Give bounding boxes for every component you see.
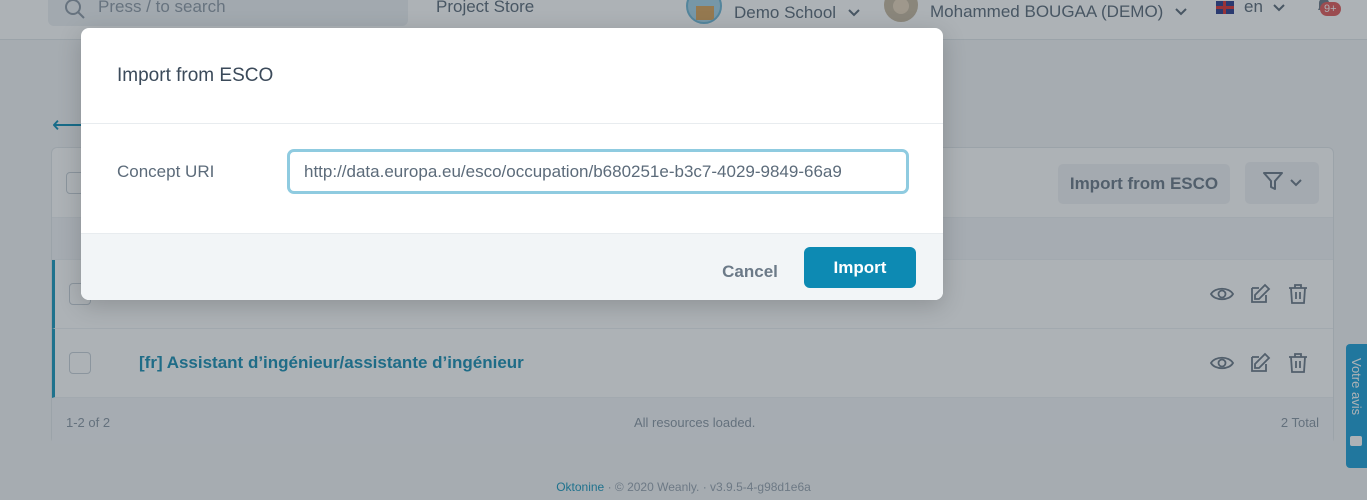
- import-button[interactable]: Import: [804, 247, 916, 288]
- dialog-footer: Cancel Import: [81, 233, 943, 300]
- concept-uri-label: Concept URI: [117, 162, 215, 181]
- divider: [81, 123, 943, 124]
- import-esco-dialog: Import from ESCO Concept URI Cancel Impo…: [81, 28, 943, 300]
- dialog-title: Import from ESCO: [117, 65, 274, 86]
- concept-uri-input[interactable]: [287, 149, 909, 194]
- cancel-button[interactable]: Cancel: [705, 252, 795, 292]
